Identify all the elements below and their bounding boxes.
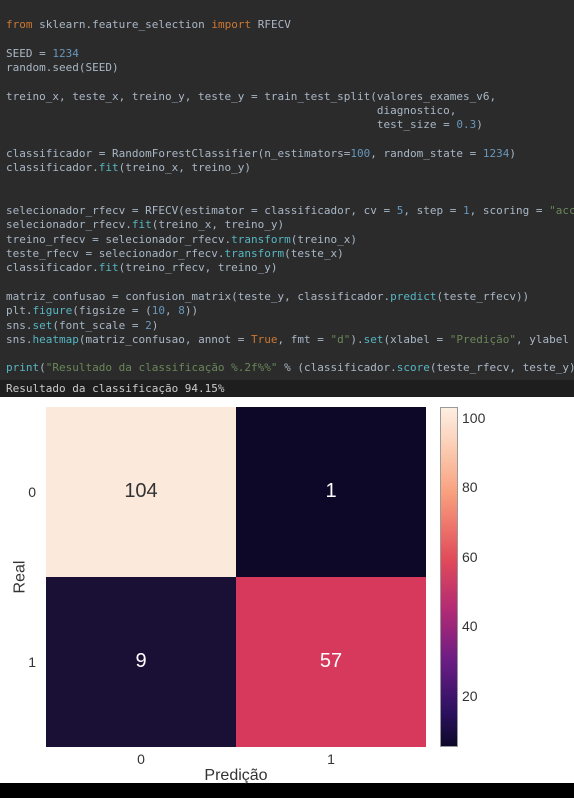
y-tick: 0 bbox=[28, 484, 36, 500]
confusion-matrix-plot: Real 0 1 104 1 9 57 100 80 60 40 20 0 1 … bbox=[0, 397, 574, 783]
code-line: matriz_confusao = confusion_matrix(teste… bbox=[6, 290, 529, 303]
code-line: selecionador_rfecv.fit(treino_x, treino_… bbox=[6, 218, 284, 231]
colorbar-tick: 20 bbox=[462, 688, 478, 704]
output-text: Resultado da classificação 94.15% bbox=[0, 380, 574, 397]
heatmap-cell: 57 bbox=[236, 577, 426, 747]
heatmap-cell: 9 bbox=[46, 577, 236, 747]
code-line: random.seed(SEED) bbox=[6, 61, 119, 74]
code-line: sns.set(font_scale = 2) bbox=[6, 319, 158, 332]
code-line: classificador.fit(treino_x, treino_y) bbox=[6, 161, 251, 174]
code-line: classificador.fit(treino_rfecv, treino_y… bbox=[6, 261, 278, 274]
y-tick: 1 bbox=[28, 654, 36, 670]
code-line: test_size = 0.3) bbox=[6, 118, 483, 131]
code-line: from sklearn.feature_selection import RF… bbox=[6, 18, 291, 31]
y-axis: Real 0 1 bbox=[0, 407, 44, 747]
heatmap-cell: 1 bbox=[236, 407, 426, 577]
code-line: SEED = 1234 bbox=[6, 47, 79, 60]
code-editor[interactable]: from sklearn.feature_selection import RF… bbox=[0, 0, 574, 380]
x-tick: 0 bbox=[137, 751, 145, 767]
colorbar-tick: 60 bbox=[462, 549, 478, 565]
code-line: treino_rfecv = selecionador_rfecv.transf… bbox=[6, 233, 357, 246]
code-line: diagnostico, bbox=[6, 104, 456, 117]
code-line: plt.figure(figsize = (10, 8)) bbox=[6, 304, 198, 317]
code-line: treino_x, teste_x, treino_y, teste_y = t… bbox=[6, 90, 496, 103]
code-line: print("Resultado da classificação %.2f%%… bbox=[6, 361, 574, 374]
colorbar-tick: 80 bbox=[462, 479, 478, 495]
colorbar-tick: 100 bbox=[462, 410, 485, 426]
code-line: sns.heatmap(matriz_confusao, annot = Tru… bbox=[6, 333, 574, 346]
heatmap-cell: 104 bbox=[46, 407, 236, 577]
y-axis-label: Real bbox=[11, 560, 29, 593]
x-tick: 1 bbox=[327, 751, 335, 767]
heatmap-grid: 104 1 9 57 bbox=[46, 407, 426, 747]
code-line: teste_rfecv = selecionador_rfecv.transfo… bbox=[6, 247, 344, 260]
code-line: selecionador_rfecv = RFECV(estimator = c… bbox=[6, 204, 574, 217]
colorbar bbox=[440, 407, 458, 747]
x-axis-label: Predição bbox=[204, 767, 267, 785]
code-line: classificador = RandomForestClassifier(n… bbox=[6, 147, 516, 160]
colorbar-tick: 40 bbox=[462, 618, 478, 634]
